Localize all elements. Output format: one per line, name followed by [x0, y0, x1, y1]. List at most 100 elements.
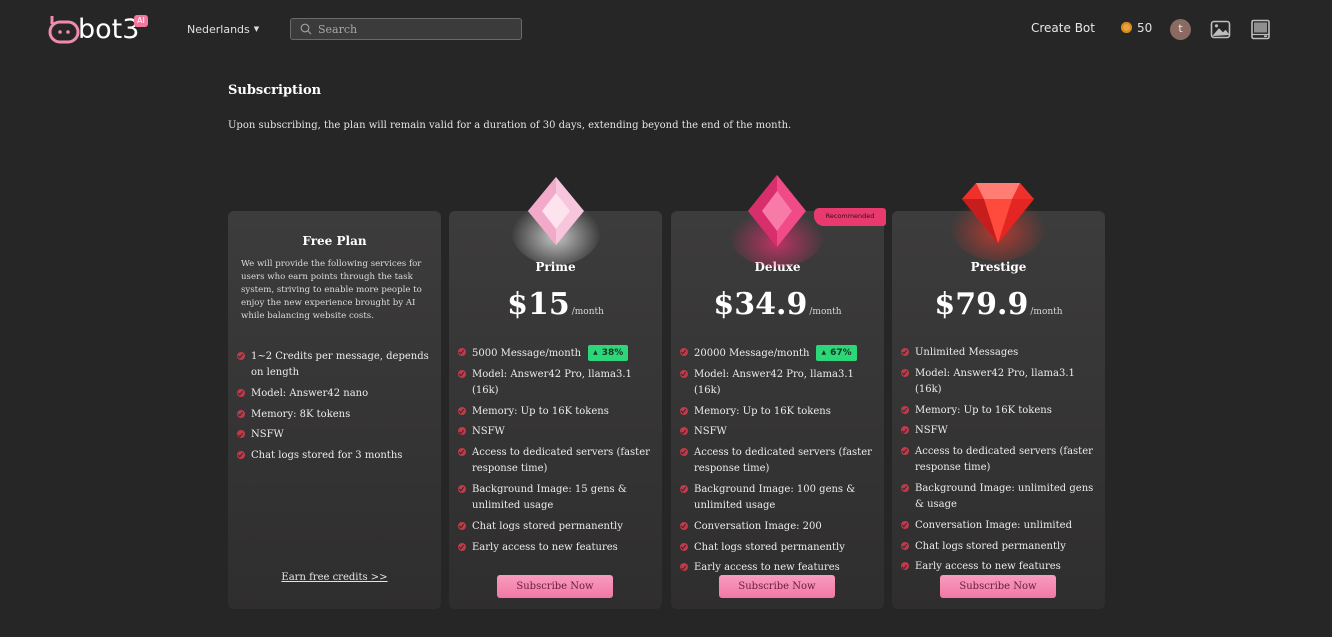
check-icon [458, 521, 466, 530]
check-icon [680, 448, 688, 457]
check-icon [458, 348, 466, 356]
prestige-plan-card: Prestige $79.9/month Unlimited Messages … [892, 211, 1105, 609]
discount-badge: ▲ 67% [816, 345, 857, 361]
feature-item: Memory: Up to 16K tokens [901, 403, 1101, 419]
check-icon [458, 448, 466, 457]
check-icon [458, 484, 466, 493]
feature-item: Background Image: unlimited gens & usage [901, 481, 1101, 513]
check-icon [237, 451, 245, 460]
feature-item: Access to dedicated servers (faster resp… [458, 445, 658, 477]
credits-counter[interactable]: 50 [1121, 21, 1152, 35]
feature-item: Chat logs stored for 3 months [237, 448, 437, 464]
feature-item: Chat logs stored permanently [680, 540, 880, 556]
logo-pig-icon [48, 16, 80, 44]
caret-down-icon: ▼ [253, 25, 260, 33]
price-period: /month [1030, 307, 1063, 317]
search-input[interactable] [318, 21, 513, 37]
logo-text: bot3 [78, 14, 140, 45]
feature-item: 20000 Message/month ▲ 67% [680, 345, 880, 362]
check-icon [901, 483, 909, 492]
feature-item: Early access to new features [458, 540, 658, 556]
check-icon [680, 563, 688, 572]
check-icon [680, 484, 688, 493]
plan-price: $15/month [449, 287, 662, 322]
check-icon [901, 348, 909, 356]
plan-price: $79.9/month [892, 287, 1105, 322]
feature-item: 5000 Message/month ▲ 38% [458, 345, 658, 362]
feature-item: Memory: Up to 16K tokens [680, 404, 880, 420]
language-selector[interactable]: Nederlands ▼ [187, 23, 259, 36]
feature-item: NSFW [237, 427, 437, 443]
arrow-up-icon: ▲ [821, 349, 827, 356]
check-icon [901, 447, 909, 456]
top-bar: bot3 AI Nederlands▼ Create Bot 50 t [0, 0, 1332, 60]
feature-item: Model: Answer42 Pro, llama3.1 (16k) [680, 367, 880, 399]
prime-plan-card: Prime $15/month 5000 Message/month ▲ 38% M… [449, 211, 662, 609]
check-icon [680, 427, 688, 436]
feature-item: Model: Answer42 nano [237, 386, 437, 402]
page-title: Subscription [228, 83, 322, 98]
check-icon [680, 406, 688, 415]
check-icon [901, 541, 909, 550]
create-bot-link[interactable]: Create Bot [1031, 21, 1095, 35]
subscribe-button[interactable]: Subscribe Now [719, 575, 835, 598]
feature-item: 1~2 Credits per message, depends on leng… [237, 349, 437, 381]
feature-item: Conversation Image: 200 [680, 519, 880, 535]
price-period: /month [809, 307, 842, 317]
check-icon [680, 369, 688, 378]
check-icon [901, 562, 909, 571]
check-icon [680, 348, 688, 356]
earn-free-credits-link[interactable]: Earn free credits >> [228, 572, 441, 583]
price-period: /month [571, 307, 604, 317]
logo[interactable]: bot3 AI [48, 14, 153, 46]
feature-item: Unlimited Messages [901, 345, 1101, 361]
check-icon [901, 520, 909, 529]
device-toggle-icon[interactable] [1250, 19, 1271, 40]
price-amount: $34.9 [713, 287, 808, 322]
check-icon [680, 521, 688, 530]
search-box[interactable] [290, 18, 522, 40]
check-icon [458, 542, 466, 551]
price-amount: $79.9 [934, 287, 1029, 322]
logo-ai-badge: AI [134, 15, 148, 27]
check-icon [237, 352, 245, 360]
feature-item: NSFW [458, 424, 658, 440]
feature-item: NSFW [680, 424, 880, 440]
image-gallery-icon[interactable] [1210, 19, 1231, 40]
feature-item: Memory: 8K tokens [237, 407, 437, 423]
feature-item: Model: Answer42 Pro, llama3.1 (16k) [458, 367, 658, 399]
price-amount: $15 [507, 287, 570, 322]
free-plan-card: Free Plan We will provide the following … [228, 211, 441, 609]
feature-item: NSFW [901, 423, 1101, 439]
feature-item: Model: Answer42 Pro, llama3.1 (16k) [901, 366, 1101, 398]
subscribe-button[interactable]: Subscribe Now [940, 575, 1056, 598]
page-subtitle: Upon subscribing, the plan will remain v… [228, 120, 792, 131]
feature-list: 20000 Message/month ▲ 67% Model: Answer42 … [680, 345, 880, 581]
deluxe-plan-card: Deluxe $34.9/month 20000 Message/month ▲ 6… [671, 211, 884, 609]
feature-item: Access to dedicated servers (faster resp… [901, 444, 1101, 476]
subscribe-button[interactable]: Subscribe Now [497, 575, 613, 598]
feature-list: 1~2 Credits per message, depends on leng… [237, 349, 437, 469]
feature-list: 5000 Message/month ▲ 38% Model: Answer42 P… [458, 345, 658, 560]
check-icon [901, 405, 909, 414]
check-icon [458, 427, 466, 436]
check-icon [901, 426, 909, 435]
feature-list: Unlimited Messages Model: Answer42 Pro, … [901, 345, 1101, 580]
prime-gem-icon [511, 177, 601, 265]
language-label: Nederlands [187, 23, 250, 36]
avatar[interactable]: t [1170, 19, 1191, 40]
deluxe-gem-icon [729, 175, 825, 267]
check-icon [901, 368, 909, 377]
check-icon [237, 430, 245, 439]
check-icon [458, 369, 466, 378]
check-icon [680, 542, 688, 551]
feature-item: Early access to new features [680, 560, 880, 576]
feature-item: Chat logs stored permanently [901, 539, 1101, 555]
feature-item: Early access to new features [901, 559, 1101, 575]
check-icon [237, 388, 245, 397]
search-icon [300, 23, 312, 35]
credits-value: 50 [1137, 21, 1153, 35]
recommended-badge: Recommended [814, 208, 886, 226]
plan-title: Free Plan [302, 234, 367, 248]
prestige-gem-icon [950, 183, 1046, 261]
